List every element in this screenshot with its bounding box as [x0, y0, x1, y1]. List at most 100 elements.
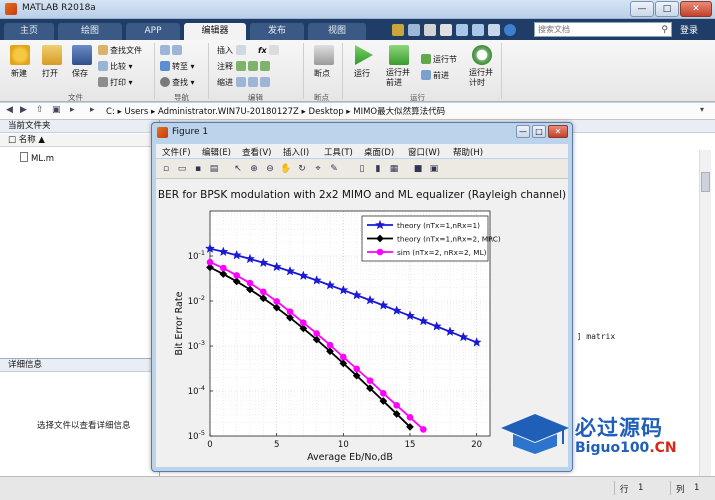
legend-swatch-marker — [376, 248, 384, 256]
show-tools-icon[interactable]: ▣ — [428, 163, 440, 175]
current-path[interactable]: C: ▸ Users ▸ Administrator.WIN7U-2018012… — [106, 105, 445, 117]
run-button[interactable]: 运行 — [354, 68, 370, 79]
maximize-button[interactable]: □ — [655, 1, 679, 17]
rotate-3d-icon[interactable]: ↻ — [296, 163, 308, 175]
data-point — [340, 353, 347, 361]
forward-icon — [172, 45, 182, 55]
open-file-icon[interactable]: ▭ — [176, 163, 188, 175]
close-button[interactable]: ✕ — [680, 1, 712, 17]
new-button[interactable]: 新建 — [11, 68, 27, 79]
menu-tools[interactable]: 工具(T) — [324, 146, 353, 158]
forward-arrow-icon[interactable]: ▶ — [20, 105, 27, 115]
tab-plots[interactable]: 绘图 — [58, 23, 122, 40]
switch-windows-icon[interactable] — [488, 24, 500, 36]
help-icon[interactable] — [504, 24, 516, 36]
save-figure-icon[interactable]: ▪ — [192, 163, 204, 175]
editor-ribbon: 新建 打开 保存 查找文件 比较 ▾ 打印 ▾ 文件 转至 ▾ 查找 ▾ 导航 … — [0, 40, 715, 102]
browse-folder-icon[interactable]: ▣ — [52, 105, 61, 115]
file-item[interactable]: ML.m — [20, 152, 54, 164]
insert-colorbar-icon[interactable]: ▮ — [372, 163, 384, 175]
run-advance-icon[interactable] — [389, 45, 409, 65]
tab-publish[interactable]: 发布 — [250, 23, 304, 40]
figure-maximize-button[interactable]: □ — [532, 125, 546, 138]
quick-paste-icon[interactable] — [440, 24, 452, 36]
quick-save-icon[interactable] — [392, 24, 404, 36]
figure-close-button[interactable]: ✕ — [548, 125, 568, 138]
path-dropdown-icon[interactable]: ▾ — [700, 105, 704, 114]
figure-minimize-button[interactable]: — — [516, 125, 530, 138]
file-name: ML.m — [31, 154, 55, 164]
y-tick-label: 10-1 — [188, 249, 205, 262]
new-icon[interactable] — [10, 45, 30, 65]
menu-file[interactable]: 文件(F) — [162, 146, 191, 158]
run-time-icon[interactable] — [472, 45, 492, 65]
find-button[interactable]: 查找 ▾ — [160, 77, 195, 88]
zoom-in-icon[interactable]: ⊕ — [248, 163, 260, 175]
comment-button[interactable]: 注释 — [217, 61, 272, 72]
tab-view[interactable]: 视图 — [308, 23, 366, 40]
save-icon[interactable] — [72, 45, 92, 65]
back-arrow-icon[interactable]: ◀ — [6, 105, 13, 115]
search-placeholder: 搜索文档 — [538, 25, 570, 34]
menu-insert[interactable]: 插入(I) — [283, 146, 309, 158]
edit-plot-icon[interactable]: ↖ — [232, 163, 244, 175]
login-link[interactable]: 登录 — [680, 23, 698, 36]
menu-help[interactable]: 帮助(H) — [453, 146, 483, 158]
print-button[interactable]: 打印 ▾ — [98, 77, 133, 88]
command-window-scrollbar[interactable] — [699, 150, 711, 495]
path-root-icon: ▸ — [90, 105, 95, 115]
details-header: 详细信息 — [0, 359, 159, 372]
data-point — [393, 402, 400, 409]
advance-button[interactable]: 前进 — [421, 70, 449, 81]
print-figure-icon[interactable]: ▤ — [208, 163, 220, 175]
insert-button[interactable]: 插入 — [217, 45, 248, 56]
breakpoints-icon[interactable] — [314, 45, 334, 65]
run-advance-button[interactable]: 运行并 前进 — [386, 68, 410, 88]
y-tick-label: 10-4 — [188, 384, 205, 397]
menu-window[interactable]: 窗口(W) — [408, 146, 440, 158]
zoom-out-icon[interactable]: ⊖ — [264, 163, 276, 175]
save-button[interactable]: 保存 — [72, 68, 88, 79]
app-title: MATLAB R2018a — [22, 3, 96, 13]
run-icon[interactable] — [355, 45, 373, 65]
menu-view[interactable]: 查看(V) — [242, 146, 271, 158]
folder-up-icon[interactable]: ⇧ — [36, 105, 44, 115]
menu-desktop[interactable]: 桌面(D) — [364, 146, 394, 158]
breakpoints-button[interactable]: 断点 — [314, 68, 330, 79]
menu-edit[interactable]: 编辑(E) — [202, 146, 231, 158]
tab-home[interactable]: 主页 — [4, 23, 54, 40]
col-label: 列 — [676, 485, 685, 495]
open-button[interactable]: 打开 — [42, 68, 58, 79]
minimize-button[interactable]: — — [630, 1, 654, 17]
find-files-button[interactable]: 查找文件 — [98, 45, 142, 56]
nav-arrows[interactable] — [160, 45, 184, 55]
goto-button[interactable]: 转至 ▾ — [160, 61, 195, 72]
hide-tools-icon[interactable]: ■ — [412, 163, 424, 175]
tab-editor[interactable]: 编辑器 — [184, 23, 246, 40]
find-files-label: 查找文件 — [110, 46, 142, 55]
scroll-thumb[interactable] — [701, 172, 710, 192]
pan-icon[interactable]: ✋ — [280, 163, 292, 175]
data-cursor-icon[interactable]: ⌖ — [312, 163, 324, 175]
new-figure-icon[interactable]: ▫ — [160, 163, 172, 175]
group-divider — [208, 43, 209, 99]
undo-icon[interactable] — [456, 24, 468, 36]
indent-button[interactable]: 缩进 — [217, 77, 272, 88]
brush-icon[interactable]: ✎ — [328, 163, 340, 175]
insert-legend-icon[interactable]: ▦ — [388, 163, 400, 175]
fx-button[interactable]: fx — [258, 45, 281, 55]
row-label: 行 — [620, 485, 629, 495]
redo-icon[interactable] — [472, 24, 484, 36]
search-input[interactable]: 搜索文档 ⚲ — [534, 22, 672, 37]
link-plot-icon[interactable]: ▯ — [356, 163, 368, 175]
y-tick-label: 10-3 — [188, 339, 205, 352]
run-section-button[interactable]: 运行节 — [421, 54, 457, 65]
run-time-button[interactable]: 运行并 计时 — [469, 68, 493, 88]
open-folder-icon[interactable] — [42, 45, 62, 65]
quick-cut-icon[interactable] — [408, 24, 420, 36]
watermark-en-suffix: .CN — [649, 440, 677, 456]
name-column-header[interactable]: □ 名称 ▲ — [0, 134, 159, 147]
quick-copy-icon[interactable] — [424, 24, 436, 36]
compare-button[interactable]: 比较 ▾ — [98, 61, 133, 72]
tab-apps[interactable]: APP — [126, 23, 180, 40]
